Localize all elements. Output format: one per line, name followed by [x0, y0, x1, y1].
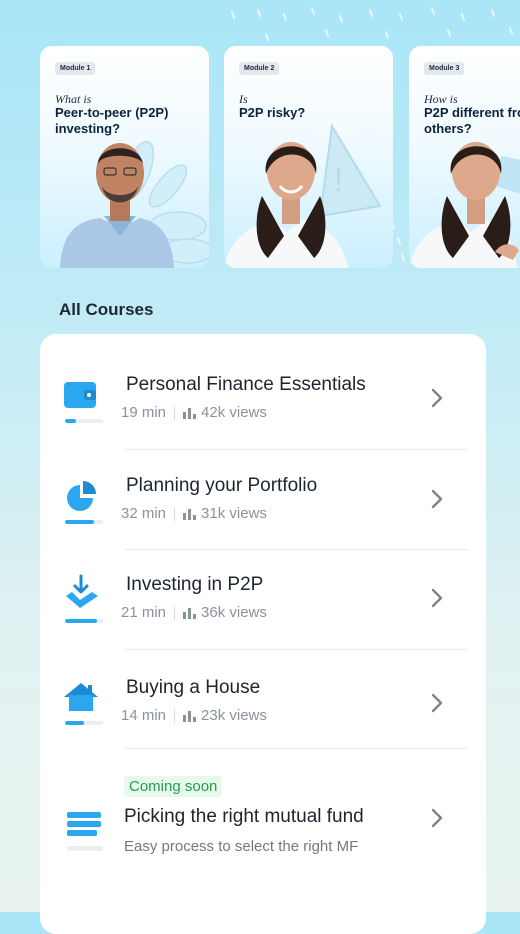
course-views: 31k views	[201, 505, 267, 522]
course-meta: 14 min 23k views	[121, 707, 267, 724]
views-bar-chart-icon	[183, 710, 197, 722]
course-progress-bar	[65, 619, 103, 623]
chevron-right-icon[interactable]	[430, 588, 444, 608]
course-title: Picking the right mutual fund	[124, 806, 364, 827]
meta-divider	[174, 605, 176, 620]
course-duration: 32 min	[121, 505, 167, 522]
chevron-right-icon[interactable]	[430, 388, 444, 408]
course-row[interactable]: Personal Finance Essentials 19 min 42k v…	[40, 366, 486, 446]
course-views: 23k views	[201, 707, 267, 724]
course-row[interactable]: Planning your Portfolio 32 min 31k views	[40, 467, 486, 547]
svg-text:!: !	[334, 162, 343, 198]
module-title: P2P risky?	[239, 105, 306, 120]
course-title: Planning your Portfolio	[126, 475, 318, 496]
meta-divider	[174, 506, 176, 521]
row-divider	[125, 549, 468, 550]
course-duration: 14 min	[121, 707, 167, 724]
module-card-1[interactable]: Module 1 What is Peer-to-peer (P2P) inve…	[40, 46, 209, 268]
coming-soon-badge: Coming soon	[124, 776, 223, 797]
meta-divider	[174, 405, 176, 420]
row-divider	[125, 748, 468, 749]
module-title: P2P different from others?	[424, 105, 520, 136]
coming-soon-course-row[interactable]: Coming soon Picking the right mutual fun…	[40, 774, 486, 864]
chevron-right-icon[interactable]	[430, 808, 444, 828]
download-tray-icon	[66, 574, 98, 608]
module-carousel[interactable]: Module 1 What is Peer-to-peer (P2P) inve…	[40, 46, 520, 268]
course-progress-bar	[65, 520, 103, 524]
pie-chart-icon	[67, 481, 96, 511]
house-icon	[64, 683, 98, 711]
views-bar-chart-icon	[183, 607, 197, 619]
module-card-2[interactable]: ! Module 2 Is P2P risky?	[224, 46, 393, 268]
section-title: All Courses	[59, 300, 154, 319]
course-row[interactable]: Buying a House 14 min 23k views	[40, 671, 486, 751]
course-subtitle: Easy process to select the right MF	[124, 838, 359, 855]
course-progress-bar	[65, 419, 103, 423]
presenter-illustration	[60, 140, 209, 268]
course-views: 36k views	[201, 604, 267, 621]
chevron-right-icon[interactable]	[430, 693, 444, 713]
course-meta: 19 min 42k views	[121, 404, 267, 421]
course-views: 42k views	[201, 404, 267, 421]
presenter-illustration: !	[224, 123, 382, 268]
meta-divider	[174, 708, 176, 723]
document-list-icon	[67, 812, 103, 851]
course-duration: 19 min	[121, 404, 167, 421]
course-title: Investing in P2P	[126, 574, 264, 595]
presenter-illustration	[409, 142, 520, 268]
course-progress-bar	[65, 721, 103, 725]
course-meta: 32 min 31k views	[121, 505, 267, 522]
courses-panel: Personal Finance Essentials 19 min 42k v…	[40, 334, 486, 934]
module-tag: Module 3	[424, 62, 465, 75]
course-title: Buying a House	[126, 677, 261, 698]
course-row[interactable]: Investing in P2P 21 min 36k views	[40, 566, 486, 646]
course-meta: 21 min 36k views	[121, 604, 267, 621]
row-divider	[125, 649, 468, 650]
row-divider	[125, 449, 468, 450]
course-duration: 21 min	[121, 604, 167, 621]
wallet-icon	[64, 382, 96, 408]
module-card-3[interactable]: Module 3 How is P2P different from other…	[409, 46, 520, 268]
module-title: Peer-to-peer (P2P) investing?	[55, 105, 169, 136]
views-bar-chart-icon	[183, 407, 197, 419]
course-title: Personal Finance Essentials	[126, 374, 366, 395]
module-tag: Module 1	[55, 62, 96, 75]
chevron-right-icon[interactable]	[430, 489, 444, 509]
views-bar-chart-icon	[183, 508, 197, 520]
module-tag: Module 2	[239, 62, 280, 75]
